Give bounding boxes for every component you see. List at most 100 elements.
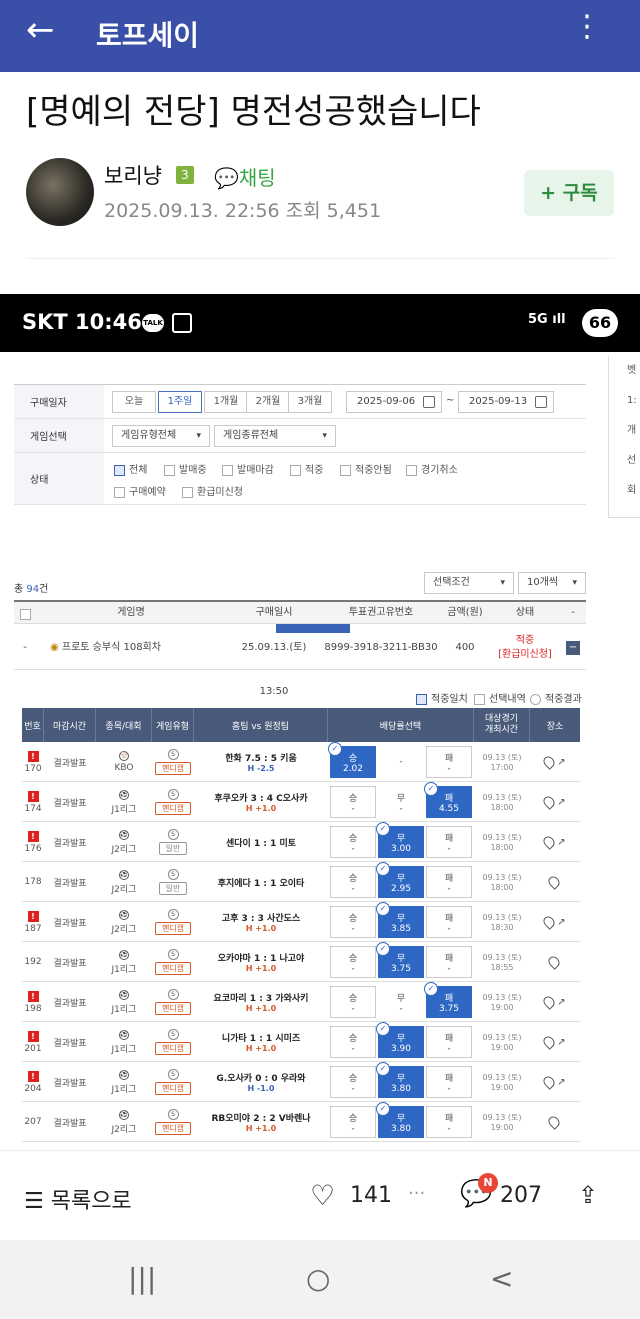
odds-value: - (351, 1123, 355, 1134)
row-status: 적중 [환급미신청] (490, 626, 560, 670)
status-refund-checkbox[interactable]: 환급미신청 (182, 483, 243, 498)
status-label: 상태 (14, 453, 104, 504)
location-pin-icon[interactable] (541, 914, 558, 930)
trend-chart-icon[interactable]: ↗ (557, 797, 565, 808)
location-pin-icon[interactable] (545, 874, 562, 890)
back-arrow-icon[interactable]: ← (26, 10, 55, 50)
location-pin-icon[interactable] (541, 794, 558, 810)
match-score: 오카야마 1 : 1 나고야 (217, 954, 305, 964)
match-score: 한화 7.5 : 5 키움 (225, 754, 297, 764)
type-cell: S 핸디캡 (152, 782, 194, 822)
game-type-select[interactable]: 게임유형전체 (112, 425, 210, 447)
trend-chart-icon[interactable]: ↗ (557, 1037, 565, 1048)
chat-label: 채팅 (238, 166, 276, 190)
trend-chart-icon[interactable]: ↗ (557, 1077, 565, 1088)
back-icon[interactable]: < (490, 1262, 513, 1295)
row-no-cell: ! 204 (22, 1062, 44, 1102)
trend-chart-icon[interactable]: ↗ (557, 997, 565, 1008)
date-cell: 09.13 (토) 18:00 (474, 822, 530, 862)
type-cell: S 핸디캡 (152, 902, 194, 942)
league-name: J1리그 (111, 1044, 137, 1055)
author-name[interactable]: 보리냥 (104, 160, 162, 190)
header-checkbox[interactable] (14, 602, 36, 624)
recent-apps-icon[interactable]: ||| (128, 1262, 156, 1295)
location-pin-icon[interactable] (541, 994, 558, 1010)
sport-ball-icon: ⚽ (119, 1029, 129, 1040)
odds-value: - (351, 883, 355, 894)
row-datetime: 25.09.13.(토) 13:50 (226, 626, 322, 697)
close-cell: 결과발표 (53, 1078, 87, 1089)
period-today-button[interactable]: 오늘 (112, 391, 156, 413)
th-type: 게임유형 (152, 708, 194, 742)
share-icon[interactable]: ⇪ (578, 1181, 598, 1209)
minus-icon[interactable]: − (566, 641, 580, 655)
date-cell: 09.13 (토) 18:00 (474, 862, 530, 902)
back-to-list-button[interactable]: ☰ 목록으로 (24, 1183, 132, 1215)
match-date: 09.13 (토) (482, 1113, 522, 1122)
status-onsale-checkbox[interactable]: 발매중 (164, 461, 207, 476)
match-score: 요코마리 1 : 3 가와사키 (213, 994, 309, 1004)
date-to-input[interactable]: 2025-09-13 (458, 391, 554, 413)
match-score: 후쿠오카 3 : 4 C오사카 (214, 794, 308, 804)
subscribe-button[interactable]: + 구독 (524, 170, 614, 216)
odds-value: - (447, 843, 451, 854)
calendar-icon[interactable] (535, 396, 547, 408)
purchase-date-row: 구매일자 오늘 1주일 1개월 2개월 3개월 2025-09-06 ~ 202… (14, 385, 586, 419)
chat-link[interactable]: 💬채팅 (214, 162, 276, 191)
odds-win-cell: 승- (330, 986, 376, 1018)
like-heart-icon[interactable]: ♡ (310, 1179, 335, 1212)
odds-value: - (351, 843, 355, 854)
status-closed-checkbox[interactable]: 발매마감 (222, 461, 274, 476)
period-1month-button[interactable]: 1개월 (204, 391, 248, 413)
more-vertical-icon[interactable]: ⋮ (572, 12, 602, 42)
location-pin-icon[interactable] (541, 1034, 558, 1050)
match-date: 09.13 (토) (482, 913, 522, 922)
venue-cell (530, 1102, 580, 1142)
venue-cell: ↗ (530, 742, 580, 782)
calendar-icon[interactable] (423, 396, 435, 408)
odds-draw-cell: 무2.95 (376, 862, 424, 898)
row-game[interactable]: ◉ 프로토 승부식 108회차 (36, 626, 226, 670)
s-badge-icon: S (167, 1069, 179, 1080)
sport-ball-icon: ⚽ (119, 949, 129, 960)
status-all-checkbox[interactable]: 전체 (114, 461, 147, 476)
row-collapse[interactable]: − (560, 626, 586, 670)
alert-icon: ! (27, 1070, 39, 1082)
more-dots-icon[interactable]: ··· (408, 1183, 425, 1204)
status-reserve-checkbox[interactable]: 구매예약 (114, 483, 166, 498)
checkbox-checked-icon (114, 464, 125, 476)
period-1week-button[interactable]: 1주일 (158, 391, 202, 413)
condition-select[interactable]: 선택조건 (424, 572, 514, 594)
status-miss-checkbox[interactable]: 적중안됨 (340, 461, 392, 476)
date-from-input[interactable]: 2025-09-06 (346, 391, 442, 413)
peek-text: 벳 (627, 365, 637, 376)
trend-chart-icon[interactable]: ↗ (557, 837, 565, 848)
location-pin-icon[interactable] (545, 1114, 562, 1130)
page-size-select[interactable]: 10개씩 (518, 572, 586, 594)
location-pin-icon[interactable] (545, 954, 562, 970)
bet-row: !187결과발표⚽J2리그S핸디캡고후 3 : 3 사간도스H +1.0승-무3… (22, 902, 580, 942)
odds-label: 무 (396, 993, 406, 1004)
match-cell: 니가타 1 : 1 시미즈 H +1.0 (194, 1022, 328, 1062)
period-3month-button[interactable]: 3개월 (288, 391, 332, 413)
home-icon[interactable]: ○ (306, 1262, 330, 1295)
row-no-cell: 178 (22, 862, 44, 902)
total-suffix: 건 (39, 584, 49, 595)
trend-chart-icon[interactable]: ↗ (557, 917, 565, 928)
bet-row: 207 결과발표 ⚽ J2리그 S 핸디캡 RB오미야 2 : 2 V바렌나 H +1.0 승 -… (22, 1102, 580, 1142)
game-kind-select[interactable]: 게임종류전체 (214, 425, 336, 447)
author-avatar[interactable] (26, 158, 94, 226)
odds-label: 무 (396, 913, 406, 924)
handicap-value: H +1.0 (245, 964, 277, 973)
odds-label: 패 (444, 993, 454, 1004)
location-pin-icon[interactable] (541, 754, 558, 770)
match-cell: 오카야마 1 : 1 나고야 H +1.0 (194, 942, 328, 982)
checkbox-label: 적중안됨 (355, 465, 392, 476)
s-badge-icon: S (167, 829, 179, 840)
location-pin-icon[interactable] (541, 1074, 558, 1090)
location-pin-icon[interactable] (541, 834, 558, 850)
trend-chart-icon[interactable]: ↗ (557, 757, 565, 768)
period-2month-button[interactable]: 2개월 (246, 391, 290, 413)
status-cancel-checkbox[interactable]: 경기취소 (406, 461, 458, 476)
status-hit-checkbox[interactable]: 적중 (290, 461, 323, 476)
